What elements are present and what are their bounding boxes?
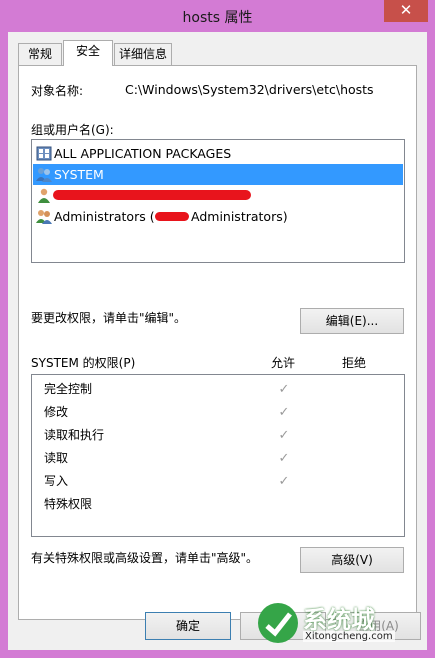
tab-details[interactable]: 详细信息	[114, 43, 172, 65]
allow-check-icon: ✓	[278, 382, 290, 397]
list-item[interactable]	[33, 185, 403, 206]
ok-button[interactable]: 确定	[145, 612, 231, 640]
allow-check-icon: ✓	[278, 428, 290, 443]
dialog-client: 常规 安全 详细信息 对象名称: C:\Windows\System32\dri…	[8, 32, 427, 650]
allow-check-icon: ✓	[278, 474, 290, 489]
list-item[interactable]: Administrators ( Administrators)	[33, 206, 403, 227]
redaction-mark	[53, 190, 251, 200]
allow-check-icon	[277, 493, 291, 516]
object-name-label: 对象名称:	[31, 84, 84, 98]
allow-header: 允许	[271, 356, 296, 370]
tab-general[interactable]: 常规	[18, 43, 62, 65]
tab-security[interactable]: 安全	[63, 40, 113, 66]
close-button[interactable]: ✕	[384, 0, 428, 22]
groups-label: 组或用户名(G):	[31, 123, 114, 137]
advanced-text: 有关特殊权限或高级设置，请单击"高级"。	[31, 551, 259, 565]
object-name-value: C:\Windows\System32\drivers\etc\hosts	[125, 82, 374, 97]
permission-row: 写入	[44, 474, 69, 488]
advanced-button[interactable]: 高级(V)	[300, 547, 404, 573]
deny-header: 拒绝	[342, 356, 367, 370]
window-title: hosts 属性	[182, 10, 253, 26]
users-icon	[36, 210, 52, 224]
title-bar[interactable]: hosts 属性 ✕	[0, 0, 435, 32]
users-icon	[36, 168, 52, 182]
permission-row: 修改	[44, 405, 69, 419]
list-item-selected[interactable]: SYSTEM	[33, 164, 403, 185]
redaction-mark	[155, 212, 189, 221]
properties-window: hosts 属性 ✕ 常规 安全 详细信息 对象名称: C:\Windows\S…	[0, 0, 435, 658]
group-name: SYSTEM	[54, 167, 104, 182]
permissions-label: SYSTEM 的权限(P)	[31, 356, 136, 370]
packages-icon	[36, 146, 52, 161]
allow-check-icon: ✓	[278, 451, 290, 466]
security-panel: 对象名称: C:\Windows\System32\drivers\etc\ho…	[18, 65, 417, 620]
permission-row: 完全控制	[44, 382, 93, 396]
permission-row: 读取	[44, 451, 69, 465]
edit-button[interactable]: 编辑(E)...	[300, 308, 404, 334]
user-icon	[38, 188, 50, 203]
groups-list[interactable]: ALL APPLICATION PACKAGES SYSTEM Administ…	[31, 139, 405, 263]
watermark-brand: 系统城	[303, 606, 375, 634]
list-item[interactable]: ALL APPLICATION PACKAGES	[33, 143, 403, 164]
group-name-suffix: Administrators)	[191, 209, 288, 224]
group-name: Administrators (	[54, 209, 155, 224]
allow-check-icon: ✓	[278, 405, 290, 420]
permissions-list[interactable]: 完全控制 ✓ 修改 ✓ 读取和执行 ✓ 读取 ✓ 写入 ✓ 特殊权限	[31, 374, 405, 537]
watermark-globe-icon	[258, 603, 298, 643]
watermark-logo: 系统城 Xitongcheng.com	[255, 600, 425, 650]
permission-row: 特殊权限	[44, 497, 93, 511]
change-permissions-text: 要更改权限，请单击"编辑"。	[31, 311, 187, 325]
watermark-url: Xitongcheng.com	[303, 631, 395, 642]
group-name: ALL APPLICATION PACKAGES	[54, 146, 232, 161]
permission-row: 读取和执行	[44, 428, 105, 442]
